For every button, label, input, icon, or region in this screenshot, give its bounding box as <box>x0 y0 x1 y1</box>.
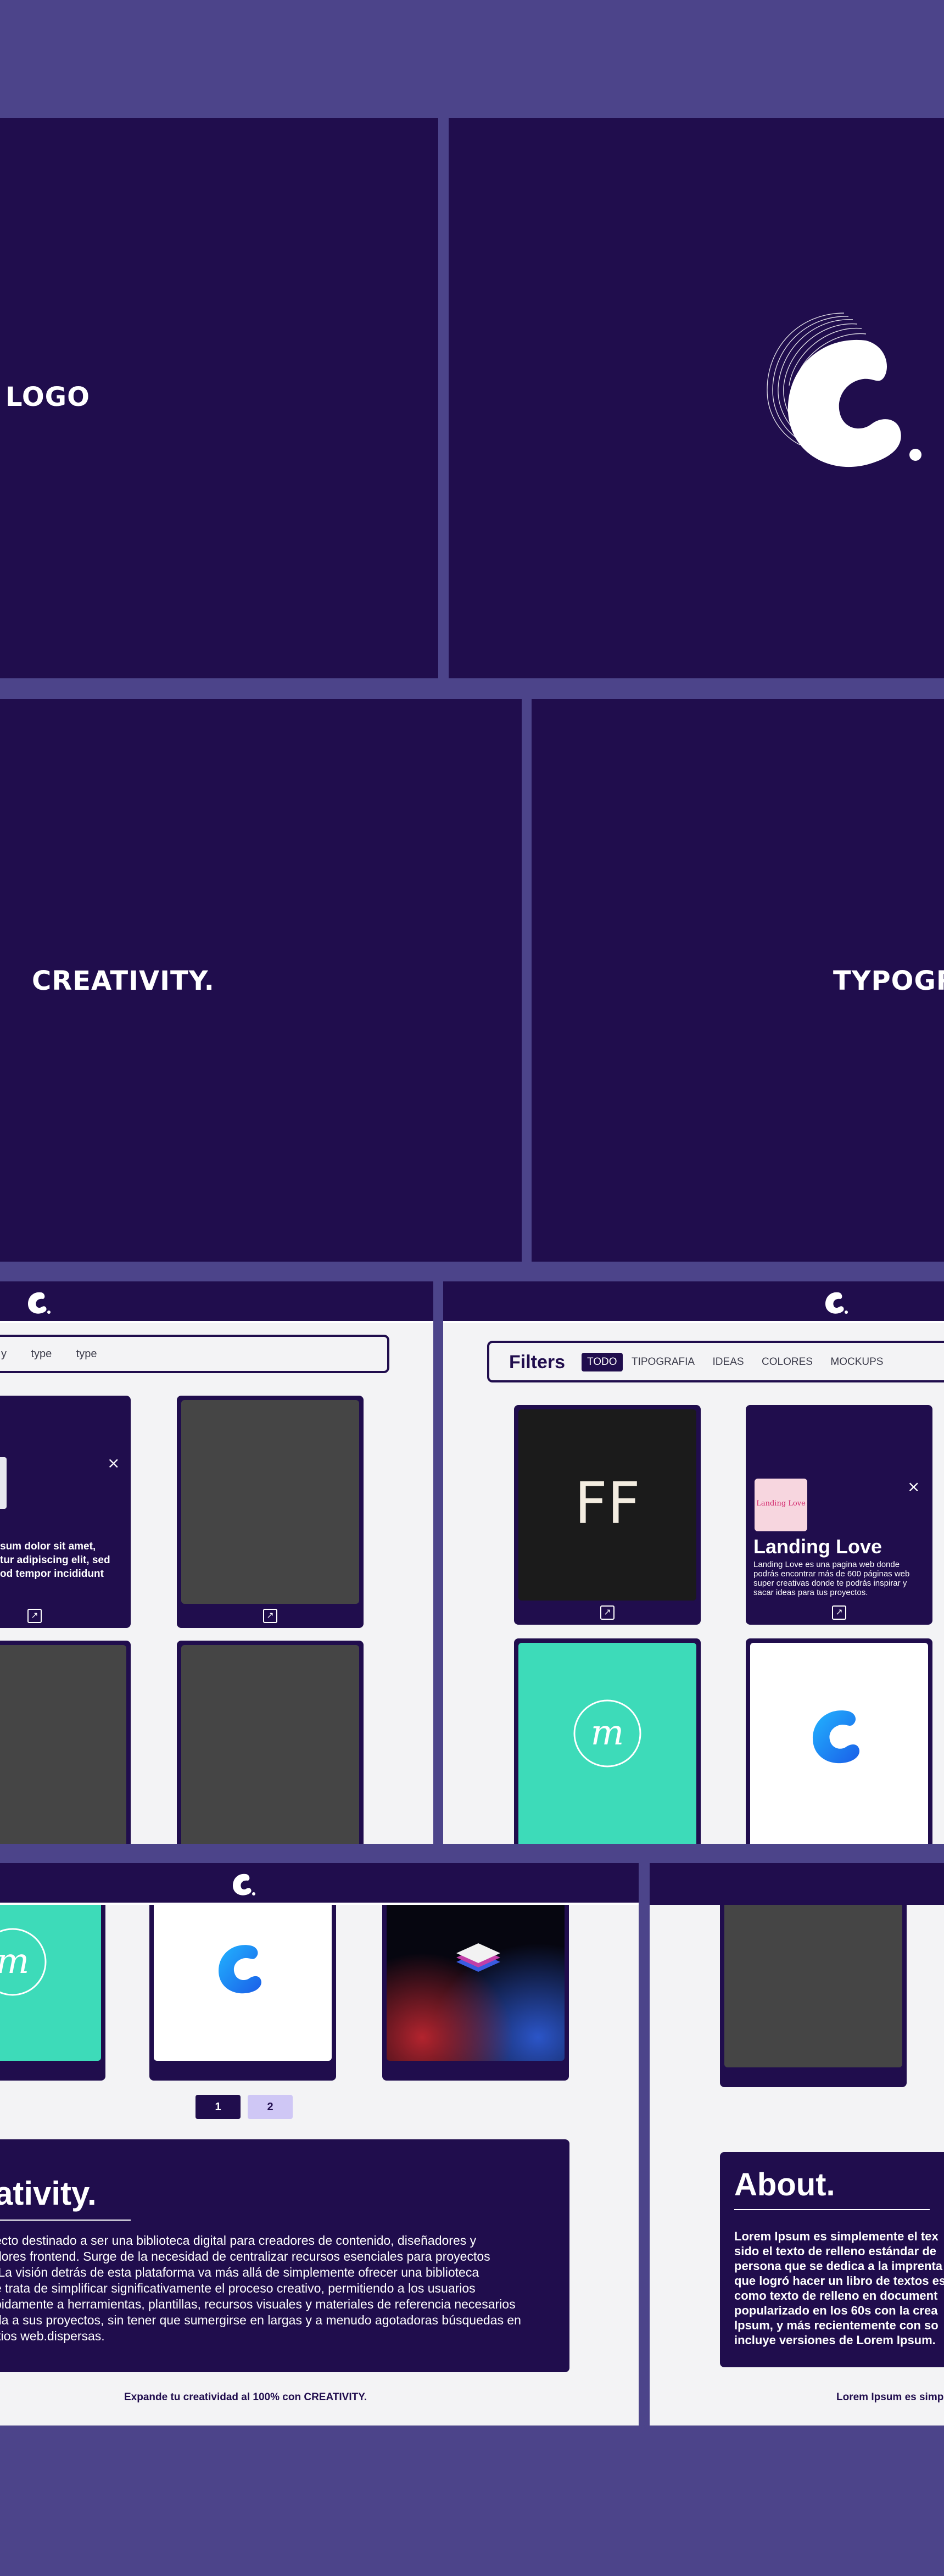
resource-card-m[interactable]: m <box>0 1905 105 2081</box>
creativity-logo-icon <box>767 313 921 467</box>
resource-card-c[interactable] <box>149 1905 336 2081</box>
popup-text: sum dolor sit amet, tur adipiscing elit,… <box>0 1541 110 1580</box>
page-1-button[interactable]: 1 <box>195 2095 241 2119</box>
card-thumbnail <box>0 1457 7 1509</box>
logo-showcase-panel <box>449 118 944 678</box>
tab-colores[interactable]: COLORES <box>762 1356 813 1368</box>
card-thumbnail <box>724 1905 902 2067</box>
about-title: ativity. <box>0 2175 97 2212</box>
card-thumbnail <box>181 1400 359 1604</box>
about-section: ativity. ecto destinado a ser una biblio… <box>0 2139 569 2372</box>
page-2-button[interactable]: 2 <box>248 2095 293 2119</box>
landing-love-description: Landing Love es una pagina web donde pod… <box>753 1560 910 1597</box>
about-page: About. Lorem Ipsum es simplemente el tex… <box>650 1863 944 2426</box>
creativity-panel-title: CREATIVITY. <box>32 966 215 996</box>
resource-card-m[interactable]: m <box>514 1638 701 1844</box>
nav-logo-icon[interactable] <box>230 1871 258 1899</box>
landing-love-thumbnail: Landing Love <box>755 1479 807 1531</box>
external-link-icon[interactable]: ↗ <box>600 1605 615 1620</box>
footer-tagline: Expande tu creatividad al 100% con CREAT… <box>124 2391 367 2403</box>
resource-card[interactable] <box>177 1641 364 1844</box>
close-icon[interactable]: × <box>907 1477 920 1496</box>
navbar <box>0 1863 639 1905</box>
filters-title: Filters <box>509 1352 566 1373</box>
filters-page: Filters TODO TIPOGRAFIA IDEAS COLORES MO… <box>443 1281 944 1844</box>
card-thumbnail: m <box>0 1905 101 2061</box>
navbar <box>443 1281 944 1323</box>
search-chip[interactable]: type <box>76 1348 97 1361</box>
c-logo-icon <box>813 1710 859 1764</box>
home-page: m 1 2 ativity. <box>0 1863 639 2426</box>
m-logo-icon: m <box>573 1699 641 1767</box>
navbar <box>650 1863 944 1905</box>
about-title-underline <box>0 2220 131 2221</box>
search-chip[interactable]: y <box>1 1348 7 1361</box>
logo-panel: LOGO <box>0 118 438 678</box>
layers-icon <box>456 1943 500 1972</box>
filter-tabs: TODO TIPOGRAFIA IDEAS COLORES MOCKUPS <box>582 1353 883 1371</box>
resource-card[interactable] <box>720 1905 907 2087</box>
card-thumbnail <box>0 1645 126 1844</box>
card-thumbnail <box>154 1905 332 2061</box>
external-link-icon[interactable]: ↗ <box>832 1605 846 1620</box>
resource-card-layers[interactable] <box>382 1905 569 2081</box>
tab-mockups[interactable]: MOCKUPS <box>830 1356 883 1368</box>
resource-card-popup[interactable]: × sum dolor sit amet, tur adipiscing eli… <box>0 1396 131 1628</box>
typography-panel-title: TYPOGR <box>833 966 944 996</box>
filters-bar: Filters TODO TIPOGRAFIA IDEAS COLORES MO… <box>487 1341 944 1382</box>
c-logo-icon <box>219 1945 261 1994</box>
browse-page: y type type × sum dolor sit amet, tur ad… <box>0 1281 433 1844</box>
resource-card[interactable]: ↗ <box>177 1396 364 1628</box>
m-logo-icon: m <box>0 1928 47 1996</box>
tab-ideas[interactable]: IDEAS <box>713 1356 744 1368</box>
about-section: About. Lorem Ipsum es simplemente el tex… <box>720 2152 944 2367</box>
resource-card-ff[interactable]: FF ↗ <box>514 1405 701 1625</box>
external-link-icon[interactable]: ↗ <box>263 1609 277 1623</box>
resource-card-landing-love[interactable]: Landing Love × Landing Love Landing Love… <box>746 1405 932 1625</box>
typography-panel: TYPOGR <box>532 699 944 1262</box>
footer-tagline: Lorem Ipsum es simp <box>836 2391 944 2403</box>
resource-card[interactable] <box>0 1641 131 1844</box>
about-text: Lorem Ipsum es simplemente el tex sido e… <box>734 2229 944 2347</box>
card-thumbnail: m <box>518 1643 696 1844</box>
about-text: ecto destinado a ser una biblioteca digi… <box>0 2233 521 2343</box>
ff-text: FF <box>574 1470 640 1537</box>
logo-panel-title: LOGO <box>5 382 90 412</box>
external-link-icon[interactable]: ↗ <box>27 1609 42 1623</box>
card-thumbnail: FF <box>518 1409 696 1601</box>
nav-logo-icon[interactable] <box>822 1289 851 1318</box>
about-title-underline <box>734 2209 930 2210</box>
landing-love-title: Landing Love <box>753 1535 882 1558</box>
tab-tipografia[interactable]: TIPOGRAFIA <box>632 1356 695 1368</box>
svg-text:m: m <box>0 1941 29 1982</box>
resource-card-c[interactable] <box>746 1638 932 1844</box>
card-thumbnail <box>181 1645 359 1844</box>
creativity-panel: CREATIVITY. <box>0 699 522 1262</box>
nav-logo-icon[interactable] <box>25 1289 53 1318</box>
navbar <box>0 1281 433 1323</box>
tab-todo[interactable]: TODO <box>582 1353 623 1371</box>
close-icon[interactable]: × <box>107 1454 120 1472</box>
search-chip[interactable]: type <box>31 1348 52 1361</box>
about-title: About. <box>734 2167 835 2203</box>
card-thumbnail <box>387 1905 565 2061</box>
card-thumbnail <box>750 1643 928 1844</box>
svg-text:m: m <box>591 1713 624 1753</box>
search-bar[interactable]: y type type <box>0 1335 389 1373</box>
